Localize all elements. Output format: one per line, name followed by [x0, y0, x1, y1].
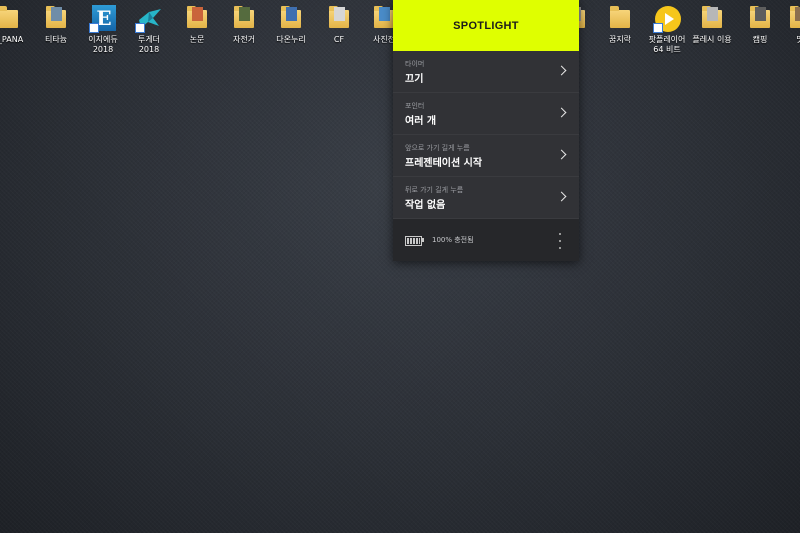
desktop-icon-bicycle[interactable]: 자전거	[222, 4, 266, 45]
desktop-icon-5-pana[interactable]: 5_PANA	[0, 4, 30, 45]
spotlight-settings-panel: SPOTLIGHT 타이머 끄기 포인터 여러 개 앞으로 가기 길게 누름 프…	[393, 0, 579, 261]
setting-value: 프레젠테이션 시작	[405, 158, 483, 169]
folder-icon	[0, 4, 20, 32]
folder-icon	[279, 4, 303, 32]
spotlight-title: SPOTLIGHT	[453, 19, 519, 32]
setting-label: 포인터	[405, 102, 425, 110]
folder-icon	[232, 4, 256, 32]
shortcut-arrow-icon	[653, 23, 663, 33]
battery-level-fill	[407, 238, 420, 244]
folder-icon	[788, 4, 800, 32]
setting-label: 앞으로 가기 길게 누름	[405, 144, 470, 152]
folder-icon	[185, 4, 209, 32]
desktop-icon-potplayer[interactable]: 팟플레이어 64 비트	[645, 4, 689, 55]
desktop-icon-together[interactable]: 투게더 2018	[127, 4, 171, 55]
setting-row-back-long-press[interactable]: 뒤로 가기 길게 누름 작업 없음	[393, 177, 579, 219]
desktop-icon-label: 맛	[772, 35, 800, 45]
spotlight-header: SPOTLIGHT	[393, 0, 579, 51]
desktop-icon-flash[interactable]: 플레시 이용	[690, 4, 734, 45]
bird-app-icon	[135, 4, 161, 33]
folder-icon	[700, 4, 724, 32]
folder-icon	[608, 4, 632, 32]
chevron-right-icon	[556, 107, 567, 118]
shortcut-arrow-icon	[89, 23, 99, 33]
chevron-right-icon	[556, 191, 567, 202]
desktop-icon-cf[interactable]: CF	[317, 4, 361, 45]
setting-row-timer[interactable]: 타이머 끄기	[393, 51, 579, 93]
folder-icon	[44, 4, 68, 32]
easyedu-app-icon: E	[89, 4, 116, 33]
desktop-icon-titanium[interactable]: 티타늄	[34, 4, 78, 45]
setting-label: 타이머	[405, 60, 425, 68]
setting-label: 뒤로 가기 길게 누름	[405, 186, 464, 194]
desktop-icon-thesis[interactable]: 논문	[175, 4, 219, 45]
setting-value: 끄기	[405, 74, 424, 85]
setting-value: 작업 없음	[405, 200, 446, 211]
play-app-icon	[653, 4, 681, 33]
spotlight-footer: 100% 충전됨	[393, 219, 579, 261]
desktop-icon-kkumjirak[interactable]: 꿈지락	[598, 4, 642, 45]
battery-status-text: 100% 충전됨	[432, 236, 474, 244]
setting-row-pointer[interactable]: 포인터 여러 개	[393, 93, 579, 135]
desktop-icon-easyedu[interactable]: E 이지에듀 2018	[81, 4, 125, 55]
shortcut-arrow-icon	[135, 23, 145, 33]
folder-icon	[748, 4, 772, 32]
more-options-icon[interactable]	[557, 233, 563, 249]
setting-row-forward-long-press[interactable]: 앞으로 가기 길게 누름 프레젠테이션 시작	[393, 135, 579, 177]
chevron-right-icon	[556, 149, 567, 160]
folder-icon	[327, 4, 351, 32]
setting-value: 여러 개	[405, 116, 437, 127]
chevron-right-icon	[556, 65, 567, 76]
desktop-icon-mat[interactable]: 맛	[778, 4, 800, 45]
battery-icon	[405, 236, 424, 246]
desktop-icon-daonnuri[interactable]: 다온누리	[269, 4, 313, 45]
